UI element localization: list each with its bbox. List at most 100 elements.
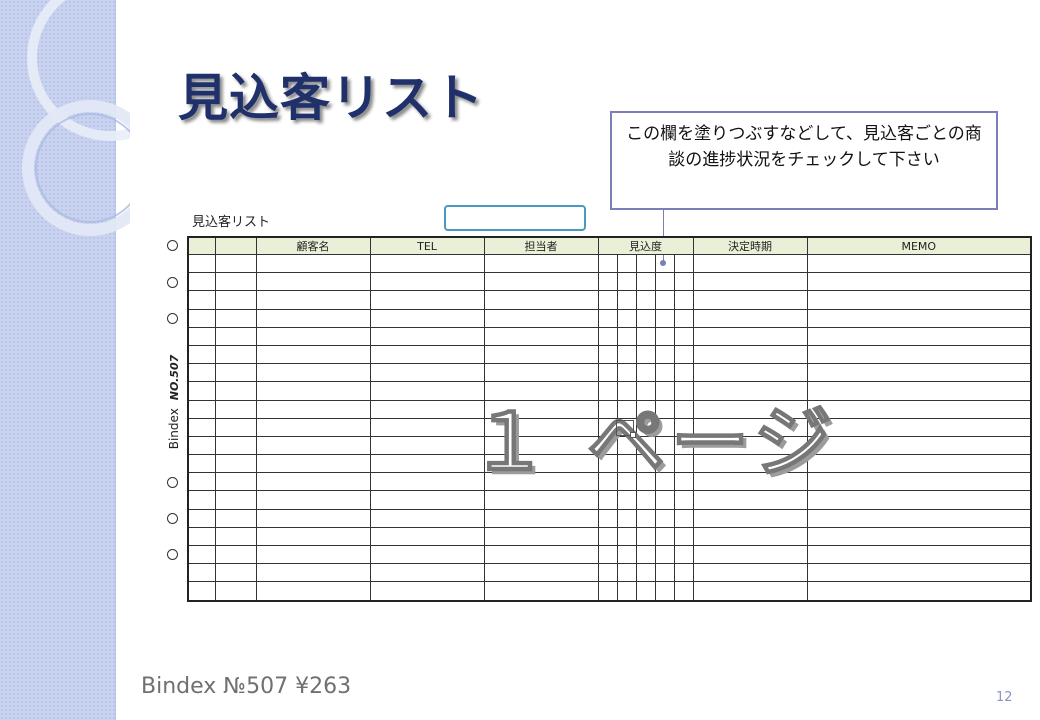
table-cell [255, 472, 371, 492]
binder-hole [167, 277, 178, 288]
table-cell [597, 344, 618, 365]
table-cell [187, 526, 216, 547]
table-cell [483, 435, 599, 456]
table-row [187, 490, 1032, 510]
table-cell [369, 581, 485, 602]
table-cell [692, 272, 808, 292]
table-cell [616, 290, 637, 310]
table-cell [806, 508, 1032, 528]
table-cell [255, 326, 371, 346]
table-cell [616, 272, 637, 292]
table-cell [673, 381, 694, 401]
table-cell [255, 308, 371, 328]
table-cell [692, 363, 808, 383]
table-cell [214, 363, 257, 383]
table-cell [483, 381, 599, 401]
table-cell [255, 454, 371, 474]
table-cell [673, 581, 694, 602]
table-cell [214, 563, 257, 583]
table-cell [597, 508, 618, 528]
table-cell [635, 363, 656, 383]
table-cell [483, 344, 599, 365]
table-cell [806, 417, 1032, 437]
table-cell [806, 290, 1032, 310]
table-row [187, 417, 1032, 437]
table-cell [673, 563, 694, 583]
table-cell [214, 290, 257, 310]
table-cell [187, 326, 216, 346]
table-cell [369, 290, 485, 310]
table-cell [597, 417, 618, 437]
table-cell [214, 326, 257, 346]
table-cell [483, 272, 599, 292]
table-cell [692, 381, 808, 401]
table-cell [654, 544, 675, 565]
table-cell [654, 435, 675, 456]
table-cell [673, 472, 694, 492]
table-cell [692, 526, 808, 547]
table-cell [369, 272, 485, 292]
table-row [187, 344, 1032, 365]
table-cell [483, 326, 599, 346]
table-cell [673, 290, 694, 310]
table-cell [483, 581, 599, 602]
table-cell [616, 308, 637, 328]
table-cell [673, 544, 694, 565]
table-cell [635, 526, 656, 547]
table-cell [654, 526, 675, 547]
table-cell [616, 399, 637, 419]
table-cell [597, 290, 618, 310]
table-cell [369, 363, 485, 383]
table-cell [635, 435, 656, 456]
table-cell [692, 490, 808, 510]
table-cell [187, 454, 216, 474]
table-cell [673, 490, 694, 510]
table-cell [187, 253, 216, 274]
table-row [187, 363, 1032, 383]
table-cell [369, 381, 485, 401]
table-cell [806, 326, 1032, 346]
table-cell [369, 526, 485, 547]
table-cell [673, 253, 694, 274]
table-cell [187, 290, 216, 310]
table-cell [597, 272, 618, 292]
table-cell [673, 363, 694, 383]
selection-handle[interactable] [616, 420, 636, 438]
table-cell [806, 381, 1032, 401]
table-cell [255, 526, 371, 547]
table-cell [214, 581, 257, 602]
table-cell [635, 544, 656, 565]
table-cell [806, 272, 1032, 292]
table-cell [635, 417, 656, 437]
table-cell [616, 490, 637, 510]
table-cell [806, 435, 1032, 456]
table-cell [806, 563, 1032, 583]
slide-number: 12 [996, 690, 1013, 705]
table-cell [255, 399, 371, 419]
table-cell [806, 526, 1032, 547]
table-cell [597, 381, 618, 401]
table-row [187, 253, 1032, 274]
table-cell [692, 472, 808, 492]
table-cell [806, 363, 1032, 383]
table-cell [255, 417, 371, 437]
table-cell [255, 508, 371, 528]
table-cell [673, 272, 694, 292]
table-cell [255, 490, 371, 510]
header-decision-date: 決定時期 [692, 236, 808, 255]
table-cell [654, 344, 675, 365]
table-cell [597, 581, 618, 602]
table-cell [597, 563, 618, 583]
table-row [187, 435, 1032, 456]
table-cell [255, 290, 371, 310]
table-cell [654, 581, 675, 602]
table-cell [635, 399, 656, 419]
table-cell [369, 472, 485, 492]
table-cell [483, 490, 599, 510]
table-cell [187, 472, 216, 492]
table-cell [597, 490, 618, 510]
table-cell [654, 326, 675, 346]
table-cell [214, 381, 257, 401]
table-cell [597, 435, 618, 456]
table-cell [616, 326, 637, 346]
